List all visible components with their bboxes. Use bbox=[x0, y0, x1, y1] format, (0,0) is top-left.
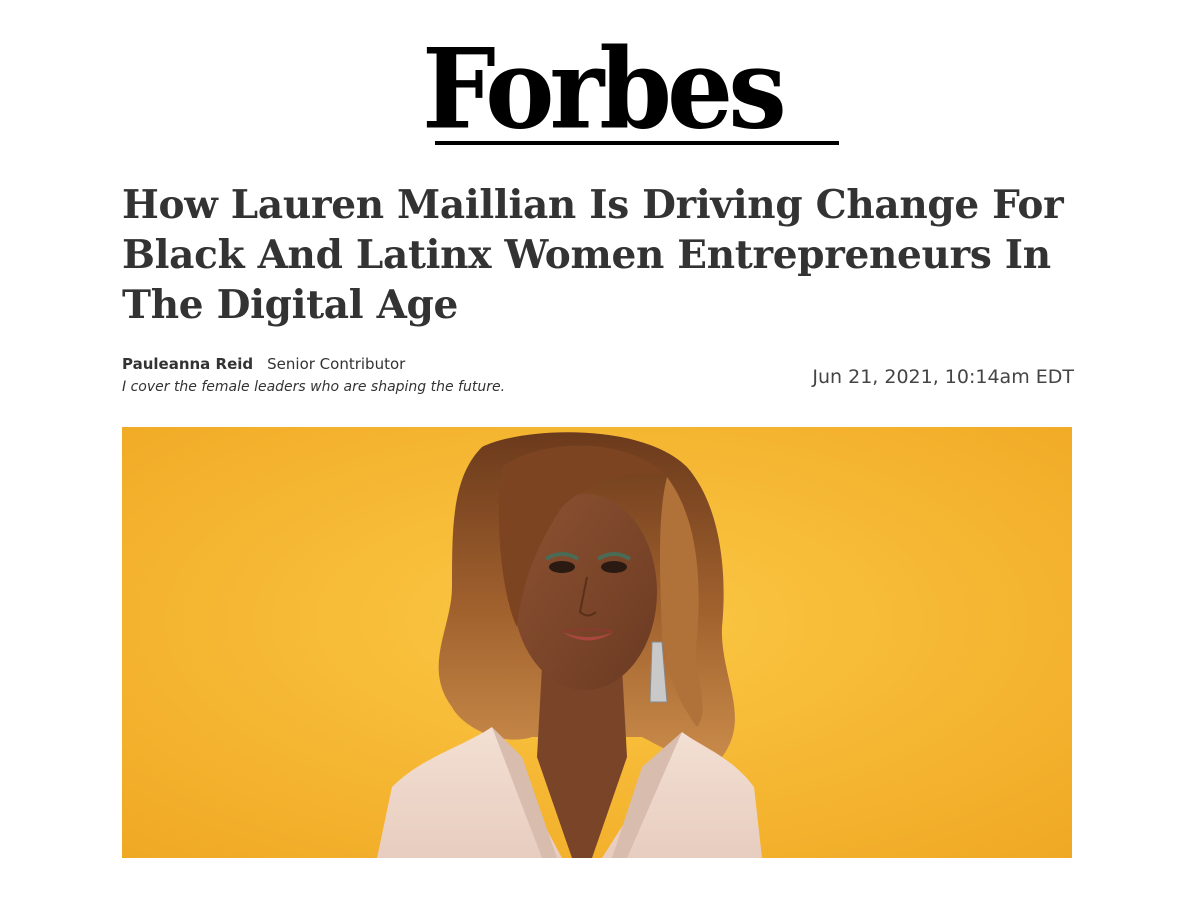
hero-image bbox=[122, 427, 1072, 858]
publish-date: Jun 21, 2021, 10:14am EDT bbox=[812, 366, 1074, 388]
byline: Pauleanna Reid Senior Contributor I cover… bbox=[122, 353, 722, 398]
author-row: Pauleanna Reid Senior Contributor bbox=[122, 353, 722, 375]
forbes-logo[interactable]: Forbes bbox=[422, 23, 842, 155]
author-name-link[interactable]: Pauleanna Reid bbox=[122, 355, 253, 373]
forbes-logo-wordmark: Forbes bbox=[422, 23, 787, 155]
portrait-photo bbox=[122, 427, 1072, 858]
author-role: Senior Contributor bbox=[267, 355, 406, 373]
logo-underline bbox=[435, 141, 839, 145]
author-tagline: I cover the female leaders who are shapi… bbox=[122, 379, 506, 395]
article-headline: How Lauren Maillian Is Driving Change Fo… bbox=[122, 182, 1064, 328]
